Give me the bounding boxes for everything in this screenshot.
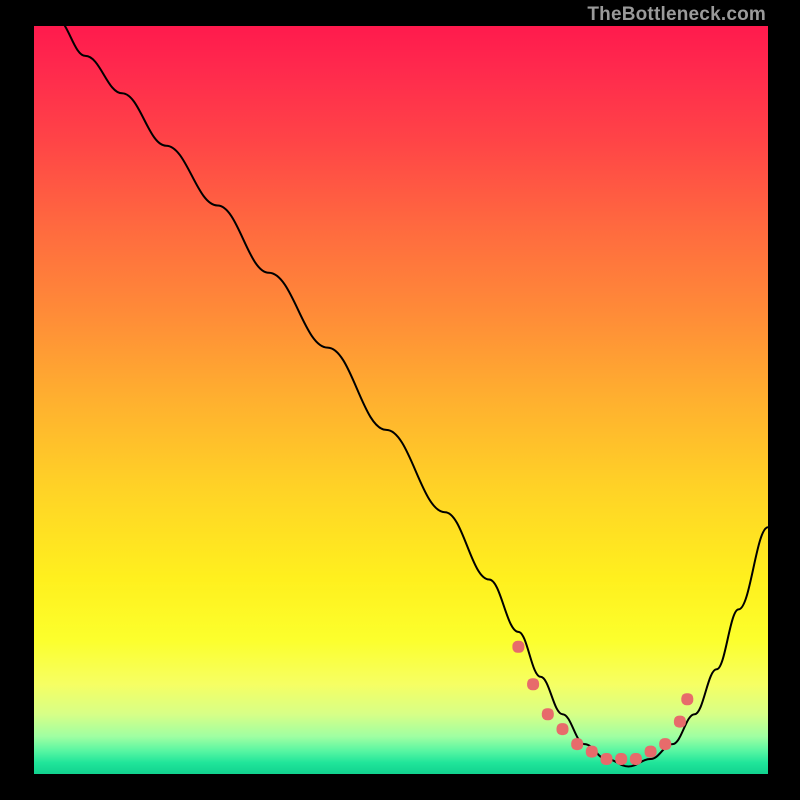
chart-frame: TheBottleneck.com xyxy=(0,0,800,800)
highlight-dot xyxy=(601,753,613,765)
highlight-dot xyxy=(571,738,583,750)
highlight-dots xyxy=(512,641,693,765)
highlight-dot xyxy=(512,641,524,653)
bottleneck-curve xyxy=(34,26,768,766)
highlight-dot xyxy=(527,678,539,690)
highlight-dot xyxy=(542,708,554,720)
curve-layer xyxy=(34,26,768,774)
highlight-dot xyxy=(674,716,686,728)
plot-area xyxy=(34,26,768,774)
highlight-dot xyxy=(557,723,569,735)
watermark-text: TheBottleneck.com xyxy=(587,4,766,26)
highlight-dot xyxy=(659,738,671,750)
highlight-dot xyxy=(586,746,598,758)
highlight-dot xyxy=(630,753,642,765)
highlight-dot xyxy=(681,693,693,705)
highlight-dot xyxy=(615,753,627,765)
highlight-dot xyxy=(645,746,657,758)
